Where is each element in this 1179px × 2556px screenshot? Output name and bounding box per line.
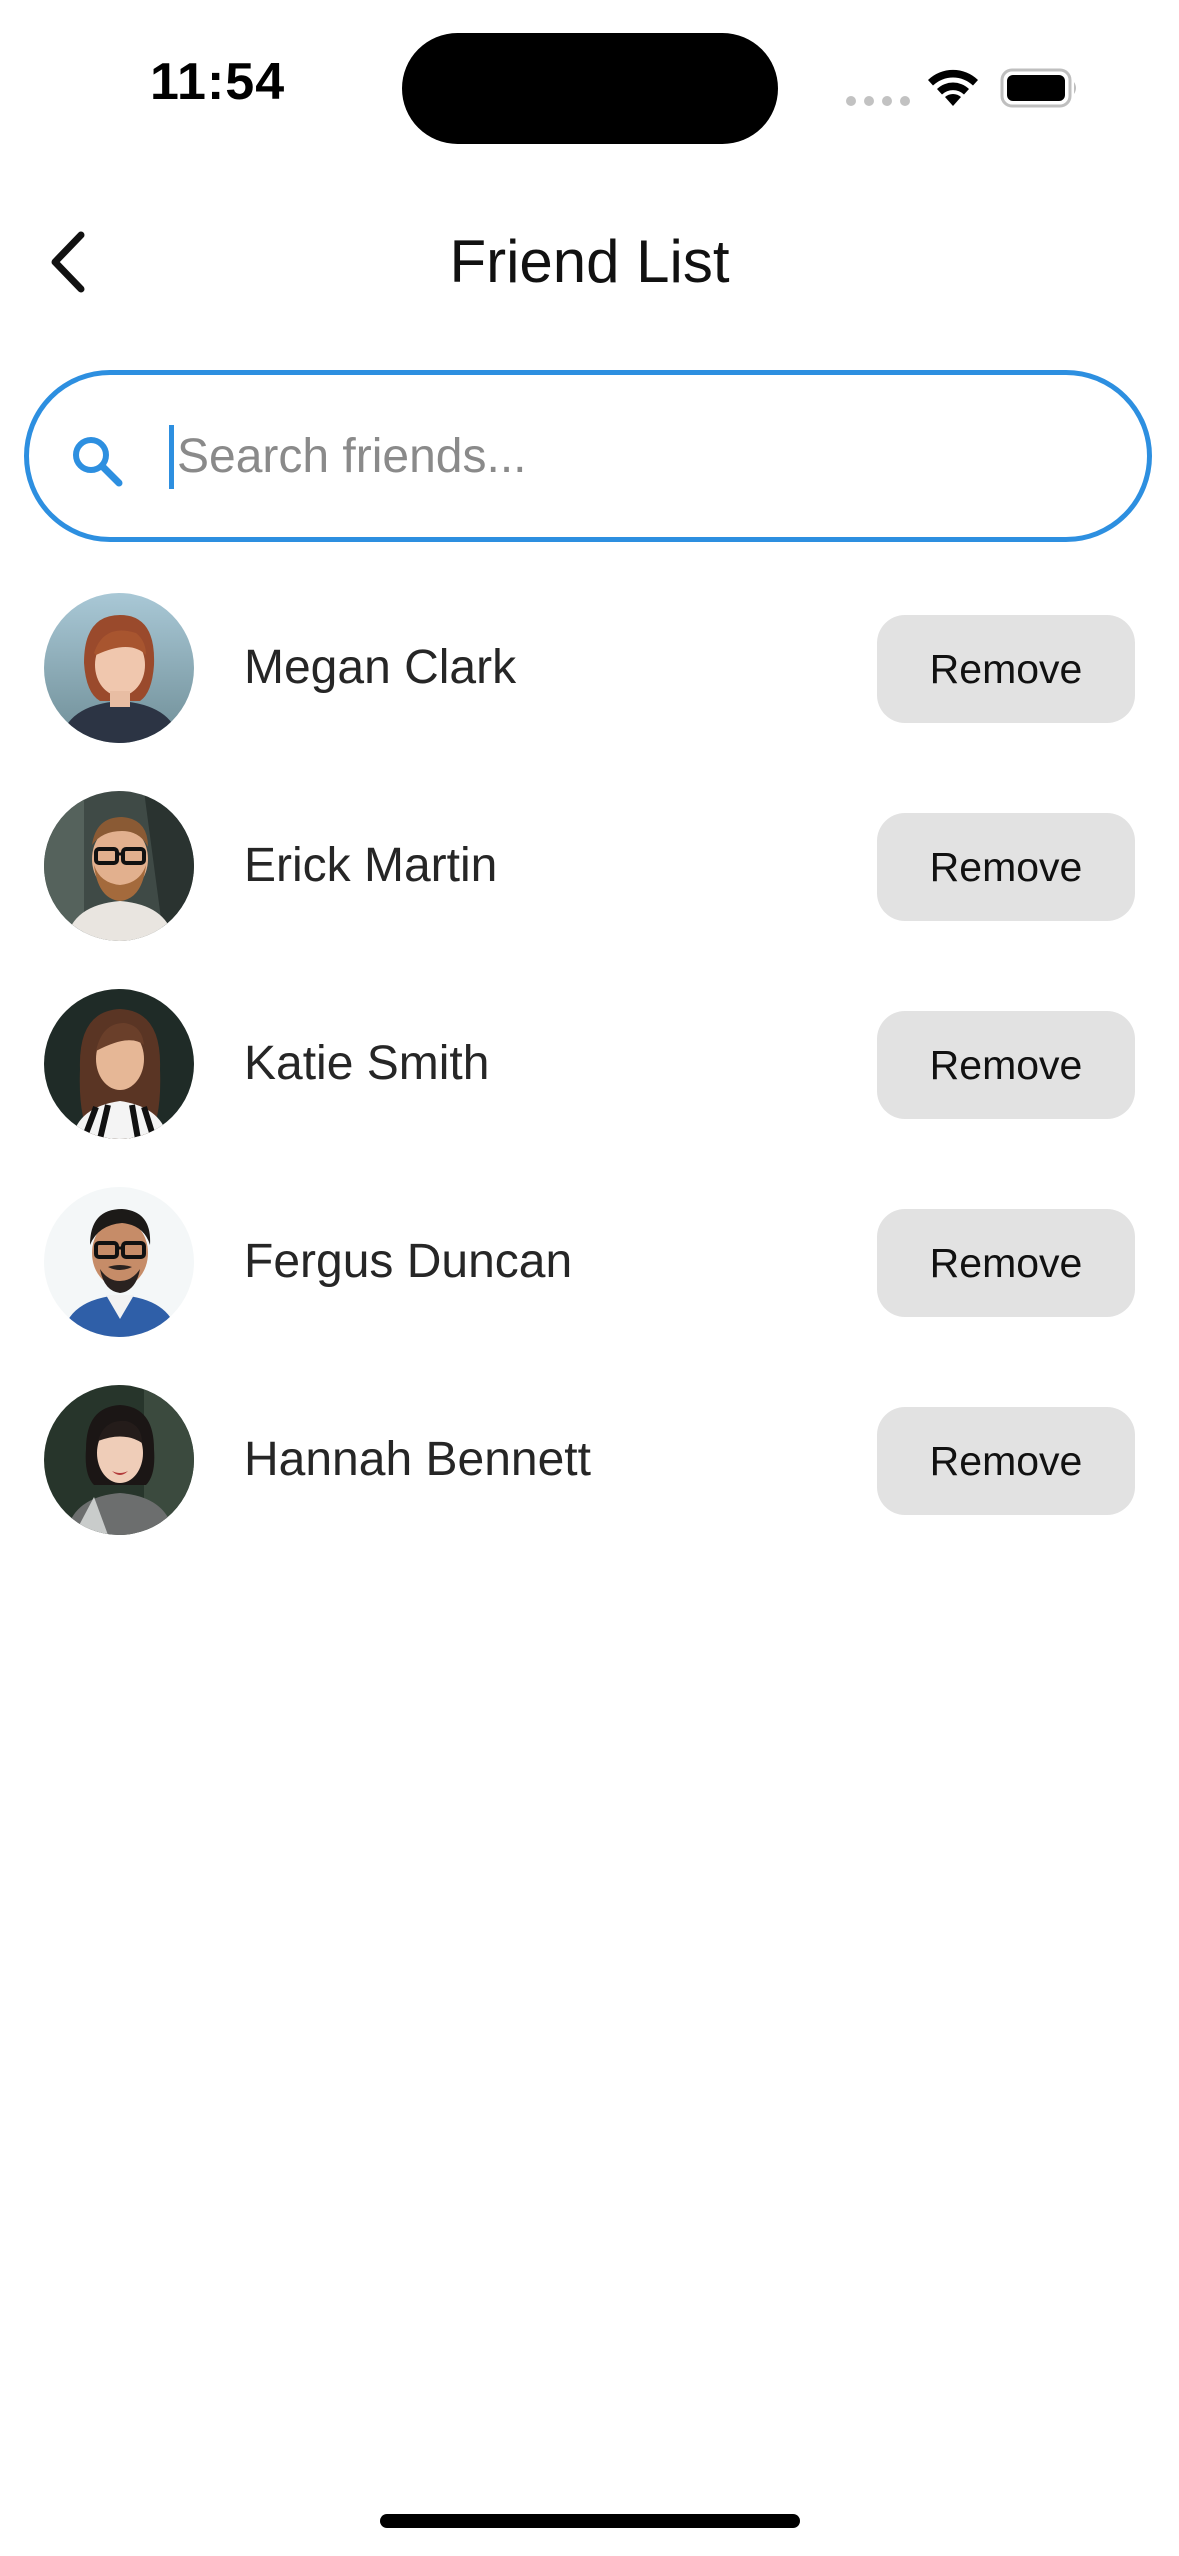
battery-icon bbox=[1000, 68, 1076, 108]
friend-row: Megan Clark Remove bbox=[0, 593, 1179, 791]
status-time: 11:54 bbox=[150, 53, 286, 111]
remove-button[interactable]: Remove bbox=[877, 813, 1135, 921]
wifi-icon bbox=[928, 69, 978, 106]
dynamic-island bbox=[402, 33, 778, 144]
friend-name: Megan Clark bbox=[244, 641, 517, 694]
friend-row: Erick Martin Remove bbox=[0, 791, 1179, 989]
avatar bbox=[44, 791, 194, 941]
friend-name: Hannah Bennett bbox=[244, 1433, 591, 1486]
search-input[interactable] bbox=[169, 415, 1117, 497]
friend-row: Hannah Bennett Remove bbox=[0, 1385, 1179, 1583]
status-bar: 11:54 bbox=[0, 0, 1179, 180]
search-field[interactable] bbox=[24, 370, 1152, 542]
friend-name: Katie Smith bbox=[244, 1037, 490, 1090]
avatar bbox=[44, 989, 194, 1139]
avatar bbox=[44, 1187, 194, 1337]
search-icon bbox=[73, 437, 123, 487]
friend-row: Katie Smith Remove bbox=[0, 989, 1179, 1187]
avatar bbox=[44, 593, 194, 743]
cellular-signal-icon bbox=[846, 96, 910, 106]
remove-button[interactable]: Remove bbox=[877, 1407, 1135, 1515]
friend-name: Erick Martin bbox=[244, 839, 498, 892]
remove-button[interactable]: Remove bbox=[877, 615, 1135, 723]
remove-button[interactable]: Remove bbox=[877, 1011, 1135, 1119]
avatar bbox=[44, 1385, 194, 1535]
page-title: Friend List bbox=[449, 228, 730, 295]
remove-button[interactable]: Remove bbox=[877, 1209, 1135, 1317]
friend-name: Fergus Duncan bbox=[244, 1235, 573, 1288]
chevron-left-icon bbox=[51, 231, 85, 293]
friend-row: Fergus Duncan Remove bbox=[0, 1187, 1179, 1385]
home-indicator[interactable] bbox=[380, 2514, 800, 2528]
text-cursor bbox=[169, 425, 174, 489]
back-button[interactable] bbox=[34, 222, 100, 302]
friend-list: Megan Clark Remove Erick Martin Remove K… bbox=[0, 593, 1179, 1583]
